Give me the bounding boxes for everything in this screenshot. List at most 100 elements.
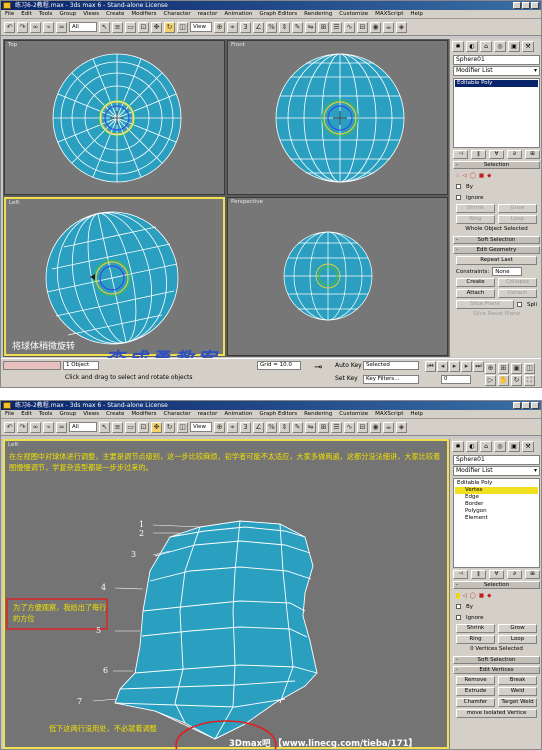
close-button[interactable] — [531, 402, 539, 409]
select-object-icon[interactable]: ↖ — [99, 421, 110, 433]
maximize-viewport-icon[interactable]: ⛶ — [524, 375, 535, 386]
display-tab-icon[interactable]: ▣ — [508, 441, 520, 452]
rollout-selection[interactable]: Selection — [453, 161, 540, 169]
menu-item-edit[interactable]: Edit — [21, 10, 32, 18]
select-manipulate-icon[interactable]: ⌖ — [227, 21, 238, 33]
remove-modifier-icon[interactable]: ∂ — [507, 150, 522, 159]
viewport-perspective[interactable]: Perspective — [227, 197, 448, 356]
split-checkbox[interactable] — [516, 302, 522, 307]
shrink-button[interactable]: Shrink — [456, 204, 495, 213]
border-icon[interactable]: ◯ — [470, 173, 476, 179]
menu-item-animation[interactable]: Animation — [224, 10, 252, 18]
arc-rotate-icon[interactable]: ↻ — [511, 375, 522, 386]
make-unique-icon[interactable]: ∀ — [489, 570, 504, 579]
mirror-icon[interactable]: ⇋ — [305, 21, 316, 33]
pin-stack-icon[interactable]: ⊣ — [453, 570, 468, 579]
quick-render-icon[interactable]: ◈ — [396, 21, 407, 33]
weld-button[interactable]: Weld — [498, 687, 537, 696]
loop-button[interactable]: Loop — [498, 635, 537, 644]
menu-item-reactor[interactable]: reactor — [198, 410, 218, 418]
viewport-front[interactable]: Front — [227, 40, 448, 195]
menu-item-help[interactable]: Help — [410, 10, 423, 18]
show-end-result-icon[interactable]: ‖ — [471, 150, 486, 159]
bind-space-warp-icon[interactable]: ≈ — [56, 421, 67, 433]
reference-coord-dropdown[interactable]: View — [190, 422, 212, 432]
viewport-top[interactable]: Top — [4, 40, 225, 195]
maximize-button[interactable] — [522, 402, 530, 409]
menu-item-group[interactable]: Group — [59, 410, 76, 418]
play-icon[interactable]: ▸ — [449, 361, 460, 372]
rollout-soft-selection[interactable]: Soft Selection — [453, 236, 540, 244]
pan-icon[interactable]: ✋ — [498, 375, 509, 386]
time-slider[interactable] — [3, 361, 61, 370]
remove-modifier-icon[interactable]: ∂ — [507, 570, 522, 579]
grow-button[interactable]: Grow — [498, 624, 537, 633]
pivot-icon[interactable]: ⊕ — [214, 421, 225, 433]
select-by-name-icon[interactable]: ≡ — [112, 21, 123, 33]
zoom-extents-icon[interactable]: ▣ — [511, 363, 522, 374]
rollout-soft-selection[interactable]: Soft Selection — [453, 656, 540, 664]
extrude-button[interactable]: Extrude — [456, 687, 495, 696]
menu-item-customize[interactable]: Customize — [339, 410, 368, 418]
next-frame-icon[interactable]: ▸ — [461, 361, 472, 372]
prev-frame-icon[interactable]: ◂ — [437, 361, 448, 372]
unlink-icon[interactable]: ⌁ — [43, 421, 54, 433]
selection-filter-dropdown[interactable]: All — [69, 22, 97, 32]
named-selection-icon[interactable]: ✎ — [292, 21, 303, 33]
slice-plane-button[interactable]: Slice Plane — [456, 300, 514, 309]
stack-item-vertex[interactable]: Vertex — [455, 487, 538, 494]
element-icon[interactable]: ◆ — [487, 593, 491, 599]
show-end-result-icon[interactable]: ‖ — [471, 570, 486, 579]
menu-item-rendering[interactable]: Rendering — [304, 10, 332, 18]
grow-button[interactable]: Grow — [498, 204, 537, 213]
auto-key-button[interactable]: Auto Key — [335, 362, 362, 369]
set-key-button[interactable]: Set Key — [335, 375, 358, 382]
viewport-left[interactable]: Left 将球体稍微旋转 — [4, 197, 225, 356]
minimize-button[interactable] — [513, 2, 521, 9]
stack-item-polygon[interactable]: Polygon — [455, 508, 538, 515]
menu-item-character[interactable]: Character — [164, 10, 191, 18]
menu-item-character[interactable]: Character — [164, 410, 191, 418]
pivot-icon[interactable]: ⊕ — [214, 21, 225, 33]
frame-field[interactable]: 0 — [441, 375, 471, 384]
rollout-edit-geometry[interactable]: Edit Geometry — [453, 246, 540, 254]
window-crossing-icon[interactable]: ⊡ — [138, 421, 149, 433]
menu-item-graph-editors[interactable]: Graph Editors — [259, 410, 297, 418]
menu-item-group[interactable]: Group — [59, 10, 76, 18]
link-icon[interactable]: ∞ — [30, 421, 41, 433]
motion-tab-icon[interactable]: ◎ — [494, 441, 506, 452]
render-scene-icon[interactable]: ☕ — [383, 421, 394, 433]
quick-render-icon[interactable]: ◈ — [396, 421, 407, 433]
zoom-icon[interactable]: ⊕ — [485, 363, 496, 374]
select-object-icon[interactable]: ↖ — [99, 21, 110, 33]
rollout-edit-vertices[interactable]: Edit Vertices — [453, 666, 540, 674]
vertex-icon[interactable]: ∴ — [456, 173, 460, 179]
snap-icon[interactable]: 3 — [240, 21, 251, 33]
object-name-field[interactable]: Sphere01 — [453, 455, 540, 465]
layer-icon[interactable]: ☰ — [331, 21, 342, 33]
viewport-left-maximized[interactable]: Left 1 2 3 4 5 6 7 在左视图中对球体进行调整，主要是调节点级别… — [3, 439, 449, 749]
zoom-all-icon[interactable]: ⊞ — [498, 363, 509, 374]
stack-item-border[interactable]: Border — [455, 501, 538, 508]
menu-item-rendering[interactable]: Rendering — [304, 410, 332, 418]
border-icon[interactable]: ◯ — [470, 593, 476, 599]
menu-item-reactor[interactable]: reactor — [198, 10, 218, 18]
configure-sets-icon[interactable]: ⊞ — [525, 570, 540, 579]
detach-button[interactable]: Detach — [498, 289, 537, 298]
rollout-selection[interactable]: Selection — [453, 581, 540, 589]
scale-icon[interactable]: ◫ — [177, 21, 188, 33]
modify-tab-icon[interactable]: ◐ — [466, 441, 478, 452]
material-editor-icon[interactable]: ◉ — [370, 21, 381, 33]
display-tab-icon[interactable]: ▣ — [508, 41, 520, 52]
render-scene-icon[interactable]: ☕ — [383, 21, 394, 33]
create-tab-icon[interactable]: ✱ — [452, 41, 464, 52]
collapse-button[interactable]: Collapse — [498, 278, 537, 287]
create-tab-icon[interactable]: ✱ — [452, 441, 464, 452]
select-manipulate-icon[interactable]: ⌖ — [227, 421, 238, 433]
polygon-icon[interactable]: ■ — [479, 593, 484, 599]
rect-selection-icon[interactable]: ▭ — [125, 421, 136, 433]
menu-item-file[interactable]: File — [5, 10, 14, 18]
menu-item-tools[interactable]: Tools — [39, 10, 53, 18]
unlink-icon[interactable]: ⌁ — [43, 21, 54, 33]
align-icon[interactable]: ⊞ — [318, 21, 329, 33]
